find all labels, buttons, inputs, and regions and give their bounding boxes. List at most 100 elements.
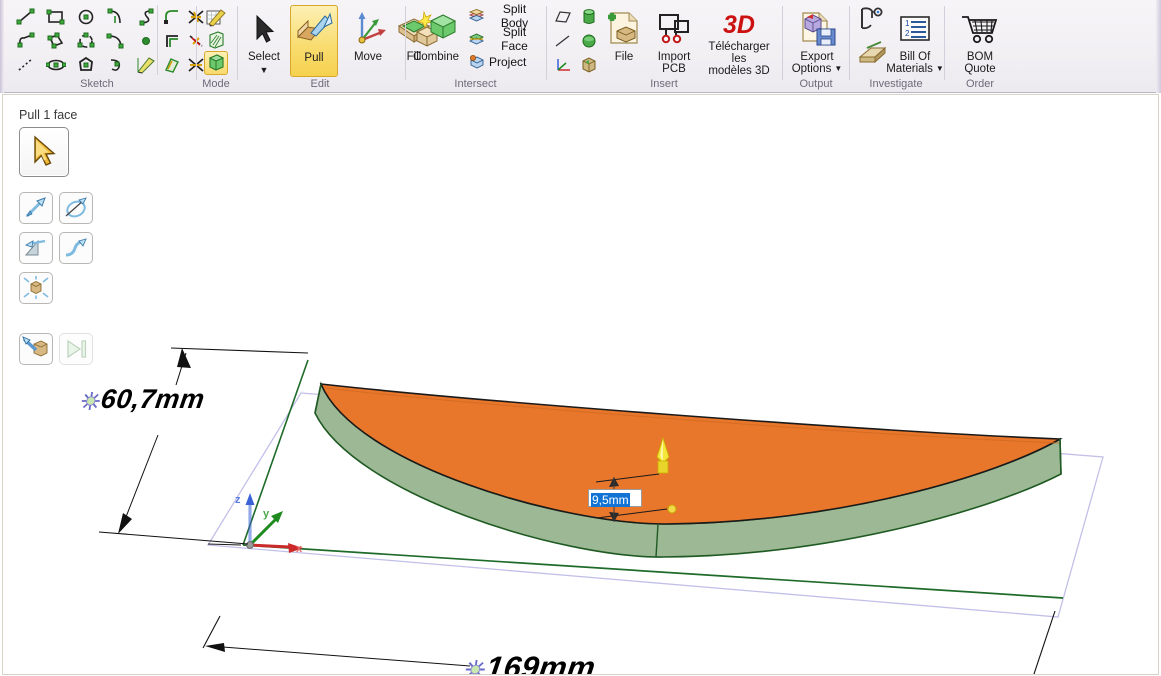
circle-icon[interactable] bbox=[74, 5, 98, 28]
bom-label-line2: Materials bbox=[886, 63, 933, 75]
axis-label-z: z bbox=[235, 494, 241, 506]
ribbon-left-edge bbox=[0, 0, 4, 93]
bill-of-materials-button[interactable]: 1 2 Bill Of Materials ▼ bbox=[890, 5, 940, 77]
origin-icon[interactable] bbox=[551, 53, 575, 76]
file-button[interactable]: File bbox=[601, 5, 647, 77]
group-label-mode: Mode bbox=[199, 78, 233, 90]
ribbon-group-investigate: 1 2 Bill Of Materials ▼ Investigate bbox=[852, 2, 940, 91]
export-options-label-line2: Options bbox=[792, 63, 832, 75]
fillet-icon[interactable] bbox=[162, 5, 182, 28]
divider-investigate-order bbox=[944, 6, 945, 80]
spline-icon[interactable] bbox=[134, 5, 158, 28]
ribbon-group-edit: Select ▼ Pull bbox=[240, 2, 400, 91]
select-button-label: Select bbox=[248, 51, 280, 63]
height-dimension-value: 60,7mm bbox=[99, 384, 207, 414]
chevron-down-icon[interactable]: ▼ bbox=[936, 63, 944, 75]
ribbon-toolbar: Sketch Mode bbox=[0, 0, 1161, 93]
body-right-edge bbox=[1060, 439, 1061, 474]
divider-mode-edit bbox=[237, 6, 238, 80]
divider-edit-intersect bbox=[405, 6, 406, 80]
polyline-icon[interactable] bbox=[14, 29, 38, 52]
construction-line-icon[interactable] bbox=[14, 53, 38, 76]
group-label-edit: Edit bbox=[240, 78, 400, 90]
group-label-order: Order bbox=[947, 78, 1013, 90]
pcb-icon bbox=[656, 7, 692, 51]
sketch-edit-icon[interactable] bbox=[134, 53, 158, 76]
shopping-cart-icon bbox=[960, 7, 1000, 51]
export-options-button[interactable]: Export Options ▼ bbox=[791, 5, 843, 77]
divider-sketch-mode bbox=[196, 6, 197, 80]
download-3d-models-button[interactable]: 3D Télécharger les modèles 3D bbox=[701, 5, 777, 77]
pull-distance-value: 9,5mm bbox=[591, 493, 630, 507]
width-dimension-value: 169mm bbox=[484, 650, 598, 675]
group-label-intersect: Intersect bbox=[408, 78, 543, 90]
3d-viewport[interactable]: Pull 1 face bbox=[2, 94, 1159, 675]
arc-icon[interactable] bbox=[104, 53, 128, 76]
ribbon-group-insert: File Import PCB bbox=[549, 2, 779, 91]
width-dimension-annotation[interactable] bbox=[203, 611, 1055, 675]
line-icon[interactable] bbox=[14, 5, 38, 28]
polygon-icon[interactable] bbox=[74, 53, 98, 76]
bom-list-icon: 1 2 bbox=[898, 7, 932, 51]
mass-properties-icon[interactable] bbox=[856, 37, 890, 67]
pull-button-label: Pull bbox=[304, 52, 323, 64]
group-label-output: Output bbox=[785, 78, 847, 90]
divider-intersect-insert bbox=[546, 6, 547, 80]
pull-button[interactable]: Pull bbox=[290, 5, 338, 77]
svg-text:3D: 3D bbox=[723, 11, 755, 39]
corner-icon[interactable] bbox=[162, 29, 182, 52]
sketch-mode-icon[interactable] bbox=[204, 5, 228, 28]
height-dimension-label[interactable]: 60,7mm bbox=[79, 384, 207, 415]
box-icon[interactable] bbox=[577, 53, 601, 76]
download-3d-label-line2: modèles 3D bbox=[708, 65, 769, 77]
combine-button[interactable]: Combine bbox=[408, 5, 464, 77]
pull-distance-input[interactable]: 9,5mm bbox=[588, 489, 642, 507]
sphere-icon[interactable] bbox=[577, 29, 601, 52]
chevron-down-icon[interactable]: ▼ bbox=[260, 66, 269, 75]
rectangle-icon[interactable] bbox=[44, 5, 68, 28]
cylinder-icon[interactable] bbox=[577, 5, 601, 28]
ribbon-right-edge bbox=[1156, 0, 1161, 93]
group-label-investigate: Investigate bbox=[852, 78, 940, 90]
three-point-arc-icon[interactable] bbox=[74, 29, 98, 52]
plane-icon[interactable] bbox=[551, 5, 575, 28]
group-label-sketch: Sketch bbox=[6, 78, 188, 90]
caliper-icon[interactable] bbox=[856, 5, 890, 35]
ribbon-group-mode: Mode bbox=[199, 2, 233, 91]
split-face-icon bbox=[468, 31, 485, 47]
split-body-button[interactable]: Split Body bbox=[466, 5, 542, 26]
chevron-down-icon[interactable]: ▼ bbox=[834, 63, 842, 75]
divider-insert-output bbox=[782, 6, 783, 80]
bom-quote-label-line2: Quote bbox=[964, 63, 995, 75]
move-button-label: Move bbox=[354, 51, 382, 63]
three-point-rectangle-icon[interactable] bbox=[44, 29, 68, 52]
svg-text:2: 2 bbox=[905, 29, 910, 38]
import-pcb-label-line2: PCB bbox=[662, 63, 686, 75]
point-icon[interactable] bbox=[134, 29, 158, 52]
download-3d-label-line1: Télécharger les bbox=[701, 41, 777, 65]
split-face-button[interactable]: Split Face bbox=[466, 28, 542, 49]
pull-handle-dot[interactable] bbox=[668, 505, 676, 513]
ribbon-group-intersect: Combine Split Body Split Face bbox=[408, 2, 543, 91]
section-mode-icon[interactable] bbox=[204, 28, 228, 51]
offset-icon[interactable] bbox=[162, 53, 182, 76]
project-button[interactable]: Project bbox=[466, 51, 542, 72]
ellipse-icon[interactable] bbox=[44, 53, 68, 76]
sweep-arc-icon[interactable] bbox=[104, 29, 128, 52]
move-button[interactable]: Move bbox=[344, 5, 392, 77]
sketch-tool-grid bbox=[6, 3, 188, 76]
insert-file-icon bbox=[605, 7, 643, 51]
group-label-insert: Insert bbox=[549, 78, 779, 90]
sketch-subgroup-divider bbox=[157, 5, 158, 75]
tangent-arc-icon[interactable] bbox=[104, 5, 128, 28]
divider-output-investigate bbox=[849, 6, 850, 80]
width-dimension-label[interactable]: 169mm bbox=[462, 650, 597, 675]
combine-icon bbox=[413, 7, 459, 51]
three-d-mode-icon[interactable] bbox=[204, 51, 228, 75]
import-pcb-button[interactable]: Import PCB bbox=[649, 5, 699, 77]
select-button[interactable]: Select ▼ bbox=[240, 5, 288, 77]
export-icon bbox=[797, 7, 837, 51]
ribbon-group-order: BOM Quote Order bbox=[947, 2, 1013, 91]
axis-line-icon[interactable] bbox=[551, 29, 575, 52]
bom-quote-button[interactable]: BOM Quote bbox=[955, 5, 1005, 77]
